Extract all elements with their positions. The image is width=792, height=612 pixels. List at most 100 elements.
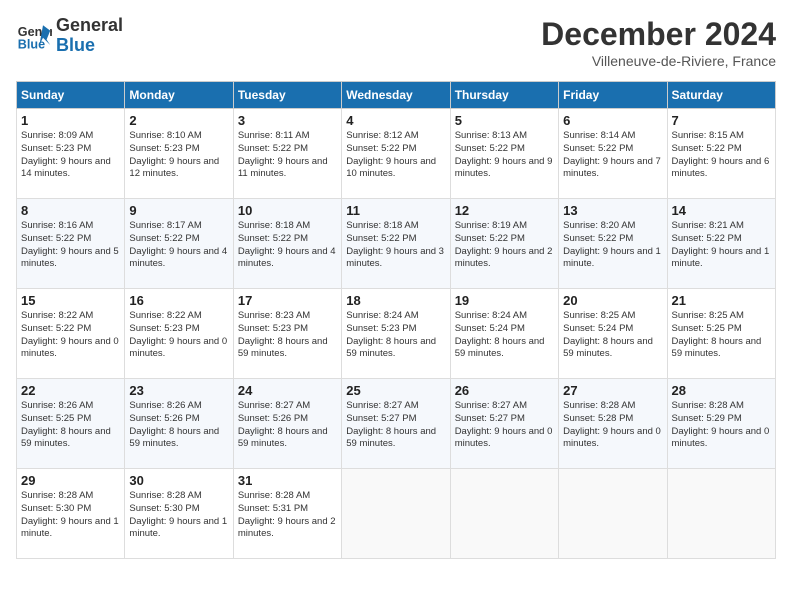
calendar-cell: 23 Sunrise: 8:26 AMSunset: 5:26 PMDayligh… (125, 379, 233, 469)
calendar-cell: 8Sunrise: 8:16 AMSunset: 5:22 PMDaylight… (17, 199, 125, 289)
calendar-header-row: SundayMondayTuesdayWednesdayThursdayFrid… (17, 82, 776, 109)
day-number: 6 (563, 113, 662, 128)
calendar-cell (667, 469, 775, 559)
calendar-cell: 14Sunrise: 8:21 AMSunset: 5:22 PMDayligh… (667, 199, 775, 289)
calendar-week-4: 22 Sunrise: 8:26 AMSunset: 5:25 PMDayligh… (17, 379, 776, 469)
calendar-cell: 12 Sunrise: 8:19 AMSunset: 5:22 PMDayligh… (450, 199, 558, 289)
day-number: 24 (238, 383, 337, 398)
calendar-cell: 1 Sunrise: 8:09 AMSunset: 5:23 PMDaylight… (17, 109, 125, 199)
day-info: Sunrise: 8:24 AMSunset: 5:23 PMDaylight:… (346, 310, 445, 361)
day-number: 21 (672, 293, 771, 308)
day-number: 11 (346, 203, 445, 218)
day-info: Sunrise: 8:28 AMSunset: 5:29 PMDaylight:… (672, 400, 771, 451)
calendar-cell: 25 Sunrise: 8:27 AMSunset: 5:27 PMDayligh… (342, 379, 450, 469)
calendar-cell: 4 Sunrise: 8:12 AMSunset: 5:22 PMDaylight… (342, 109, 450, 199)
logo: General Blue General Blue (16, 16, 123, 56)
calendar-cell: 19Sunrise: 8:24 AMSunset: 5:24 PMDayligh… (450, 289, 558, 379)
day-info: Sunrise: 8:19 AMSunset: 5:22 PMDaylight:… (455, 220, 554, 271)
day-info: Sunrise: 8:28 AMSunset: 5:31 PMDaylight:… (238, 490, 337, 541)
day-number: 5 (455, 113, 554, 128)
day-number: 20 (563, 293, 662, 308)
calendar-cell: 22 Sunrise: 8:26 AMSunset: 5:25 PMDayligh… (17, 379, 125, 469)
calendar-cell: 17 Sunrise: 8:23 AMSunset: 5:23 PMDayligh… (233, 289, 341, 379)
calendar-cell: 11 Sunrise: 8:18 AMSunset: 5:22 PMDayligh… (342, 199, 450, 289)
calendar-cell: 20 Sunrise: 8:25 AMSunset: 5:24 PMDayligh… (559, 289, 667, 379)
day-info: Sunrise: 8:10 AMSunset: 5:23 PMDaylight:… (129, 130, 228, 181)
day-info: Sunrise: 8:26 AMSunset: 5:26 PMDaylight:… (129, 400, 228, 451)
calendar-cell (342, 469, 450, 559)
day-info: Sunrise: 8:25 AMSunset: 5:24 PMDaylight:… (563, 310, 662, 361)
day-number: 15 (21, 293, 120, 308)
day-info: Sunrise: 8:28 AMSunset: 5:28 PMDaylight:… (563, 400, 662, 451)
title-section: December 2024 Villeneuve-de-Riviere, Fra… (541, 16, 776, 69)
day-number: 7 (672, 113, 771, 128)
day-info: Sunrise: 8:18 AMSunset: 5:22 PMDaylight:… (346, 220, 445, 271)
calendar-week-5: 29Sunrise: 8:28 AMSunset: 5:30 PMDayligh… (17, 469, 776, 559)
day-number: 19 (455, 293, 554, 308)
calendar-table: SundayMondayTuesdayWednesdayThursdayFrid… (16, 81, 776, 559)
calendar-cell: 26Sunrise: 8:27 AMSunset: 5:27 PMDayligh… (450, 379, 558, 469)
calendar-cell: 28 Sunrise: 8:28 AMSunset: 5:29 PMDayligh… (667, 379, 775, 469)
calendar-week-2: 8Sunrise: 8:16 AMSunset: 5:22 PMDaylight… (17, 199, 776, 289)
day-number: 12 (455, 203, 554, 218)
calendar-cell: 27 Sunrise: 8:28 AMSunset: 5:28 PMDayligh… (559, 379, 667, 469)
day-info: Sunrise: 8:15 AMSunset: 5:22 PMDaylight:… (672, 130, 771, 181)
calendar-cell: 16Sunrise: 8:22 AMSunset: 5:23 PMDayligh… (125, 289, 233, 379)
location-subtitle: Villeneuve-de-Riviere, France (541, 53, 776, 69)
day-info: Sunrise: 8:12 AMSunset: 5:22 PMDaylight:… (346, 130, 445, 181)
day-number: 9 (129, 203, 228, 218)
calendar-cell: 3 Sunrise: 8:11 AMSunset: 5:22 PMDaylight… (233, 109, 341, 199)
day-number: 31 (238, 473, 337, 488)
day-info: Sunrise: 8:21 AMSunset: 5:22 PMDaylight:… (672, 220, 771, 271)
day-info: Sunrise: 8:18 AMSunset: 5:22 PMDaylight:… (238, 220, 337, 271)
day-number: 18 (346, 293, 445, 308)
day-number: 10 (238, 203, 337, 218)
day-info: Sunrise: 8:13 AMSunset: 5:22 PMDaylight:… (455, 130, 554, 181)
day-info: Sunrise: 8:25 AMSunset: 5:25 PMDaylight:… (672, 310, 771, 361)
day-number: 2 (129, 113, 228, 128)
logo-icon: General Blue (16, 18, 52, 54)
day-number: 4 (346, 113, 445, 128)
day-number: 25 (346, 383, 445, 398)
day-info: Sunrise: 8:26 AMSunset: 5:25 PMDaylight:… (21, 400, 120, 451)
day-number: 27 (563, 383, 662, 398)
weekday-header-tuesday: Tuesday (233, 82, 341, 109)
day-number: 30 (129, 473, 228, 488)
calendar-week-3: 15Sunrise: 8:22 AMSunset: 5:22 PMDayligh… (17, 289, 776, 379)
calendar-week-1: 1 Sunrise: 8:09 AMSunset: 5:23 PMDaylight… (17, 109, 776, 199)
day-info: Sunrise: 8:09 AMSunset: 5:23 PMDaylight:… (21, 130, 120, 181)
logo-text: General Blue (56, 16, 123, 56)
day-info: Sunrise: 8:22 AMSunset: 5:23 PMDaylight:… (129, 310, 228, 361)
day-info: Sunrise: 8:27 AMSunset: 5:27 PMDaylight:… (455, 400, 554, 451)
day-info: Sunrise: 8:28 AMSunset: 5:30 PMDaylight:… (129, 490, 228, 541)
weekday-header-thursday: Thursday (450, 82, 558, 109)
day-number: 1 (21, 113, 120, 128)
page-header: General Blue General Blue December 2024 … (16, 16, 776, 69)
weekday-header-wednesday: Wednesday (342, 82, 450, 109)
calendar-cell: 13Sunrise: 8:20 AMSunset: 5:22 PMDayligh… (559, 199, 667, 289)
day-number: 23 (129, 383, 228, 398)
day-number: 17 (238, 293, 337, 308)
weekday-header-friday: Friday (559, 82, 667, 109)
day-info: Sunrise: 8:27 AMSunset: 5:27 PMDaylight:… (346, 400, 445, 451)
day-info: Sunrise: 8:28 AMSunset: 5:30 PMDaylight:… (21, 490, 120, 541)
day-number: 8 (21, 203, 120, 218)
calendar-cell: 21 Sunrise: 8:25 AMSunset: 5:25 PMDayligh… (667, 289, 775, 379)
calendar-cell (559, 469, 667, 559)
calendar-cell (450, 469, 558, 559)
calendar-cell: 15Sunrise: 8:22 AMSunset: 5:22 PMDayligh… (17, 289, 125, 379)
weekday-header-sunday: Sunday (17, 82, 125, 109)
day-number: 22 (21, 383, 120, 398)
day-info: Sunrise: 8:11 AMSunset: 5:22 PMDaylight:… (238, 130, 337, 181)
day-number: 28 (672, 383, 771, 398)
day-number: 3 (238, 113, 337, 128)
calendar-body: 1 Sunrise: 8:09 AMSunset: 5:23 PMDaylight… (17, 109, 776, 559)
day-info: Sunrise: 8:27 AMSunset: 5:26 PMDaylight:… (238, 400, 337, 451)
calendar-cell: 30 Sunrise: 8:28 AMSunset: 5:30 PMDayligh… (125, 469, 233, 559)
calendar-cell: 7 Sunrise: 8:15 AMSunset: 5:22 PMDaylight… (667, 109, 775, 199)
calendar-cell: 18 Sunrise: 8:24 AMSunset: 5:23 PMDayligh… (342, 289, 450, 379)
day-number: 13 (563, 203, 662, 218)
calendar-cell: 5 Sunrise: 8:13 AMSunset: 5:22 PMDaylight… (450, 109, 558, 199)
day-info: Sunrise: 8:17 AMSunset: 5:22 PMDaylight:… (129, 220, 228, 271)
day-info: Sunrise: 8:23 AMSunset: 5:23 PMDaylight:… (238, 310, 337, 361)
